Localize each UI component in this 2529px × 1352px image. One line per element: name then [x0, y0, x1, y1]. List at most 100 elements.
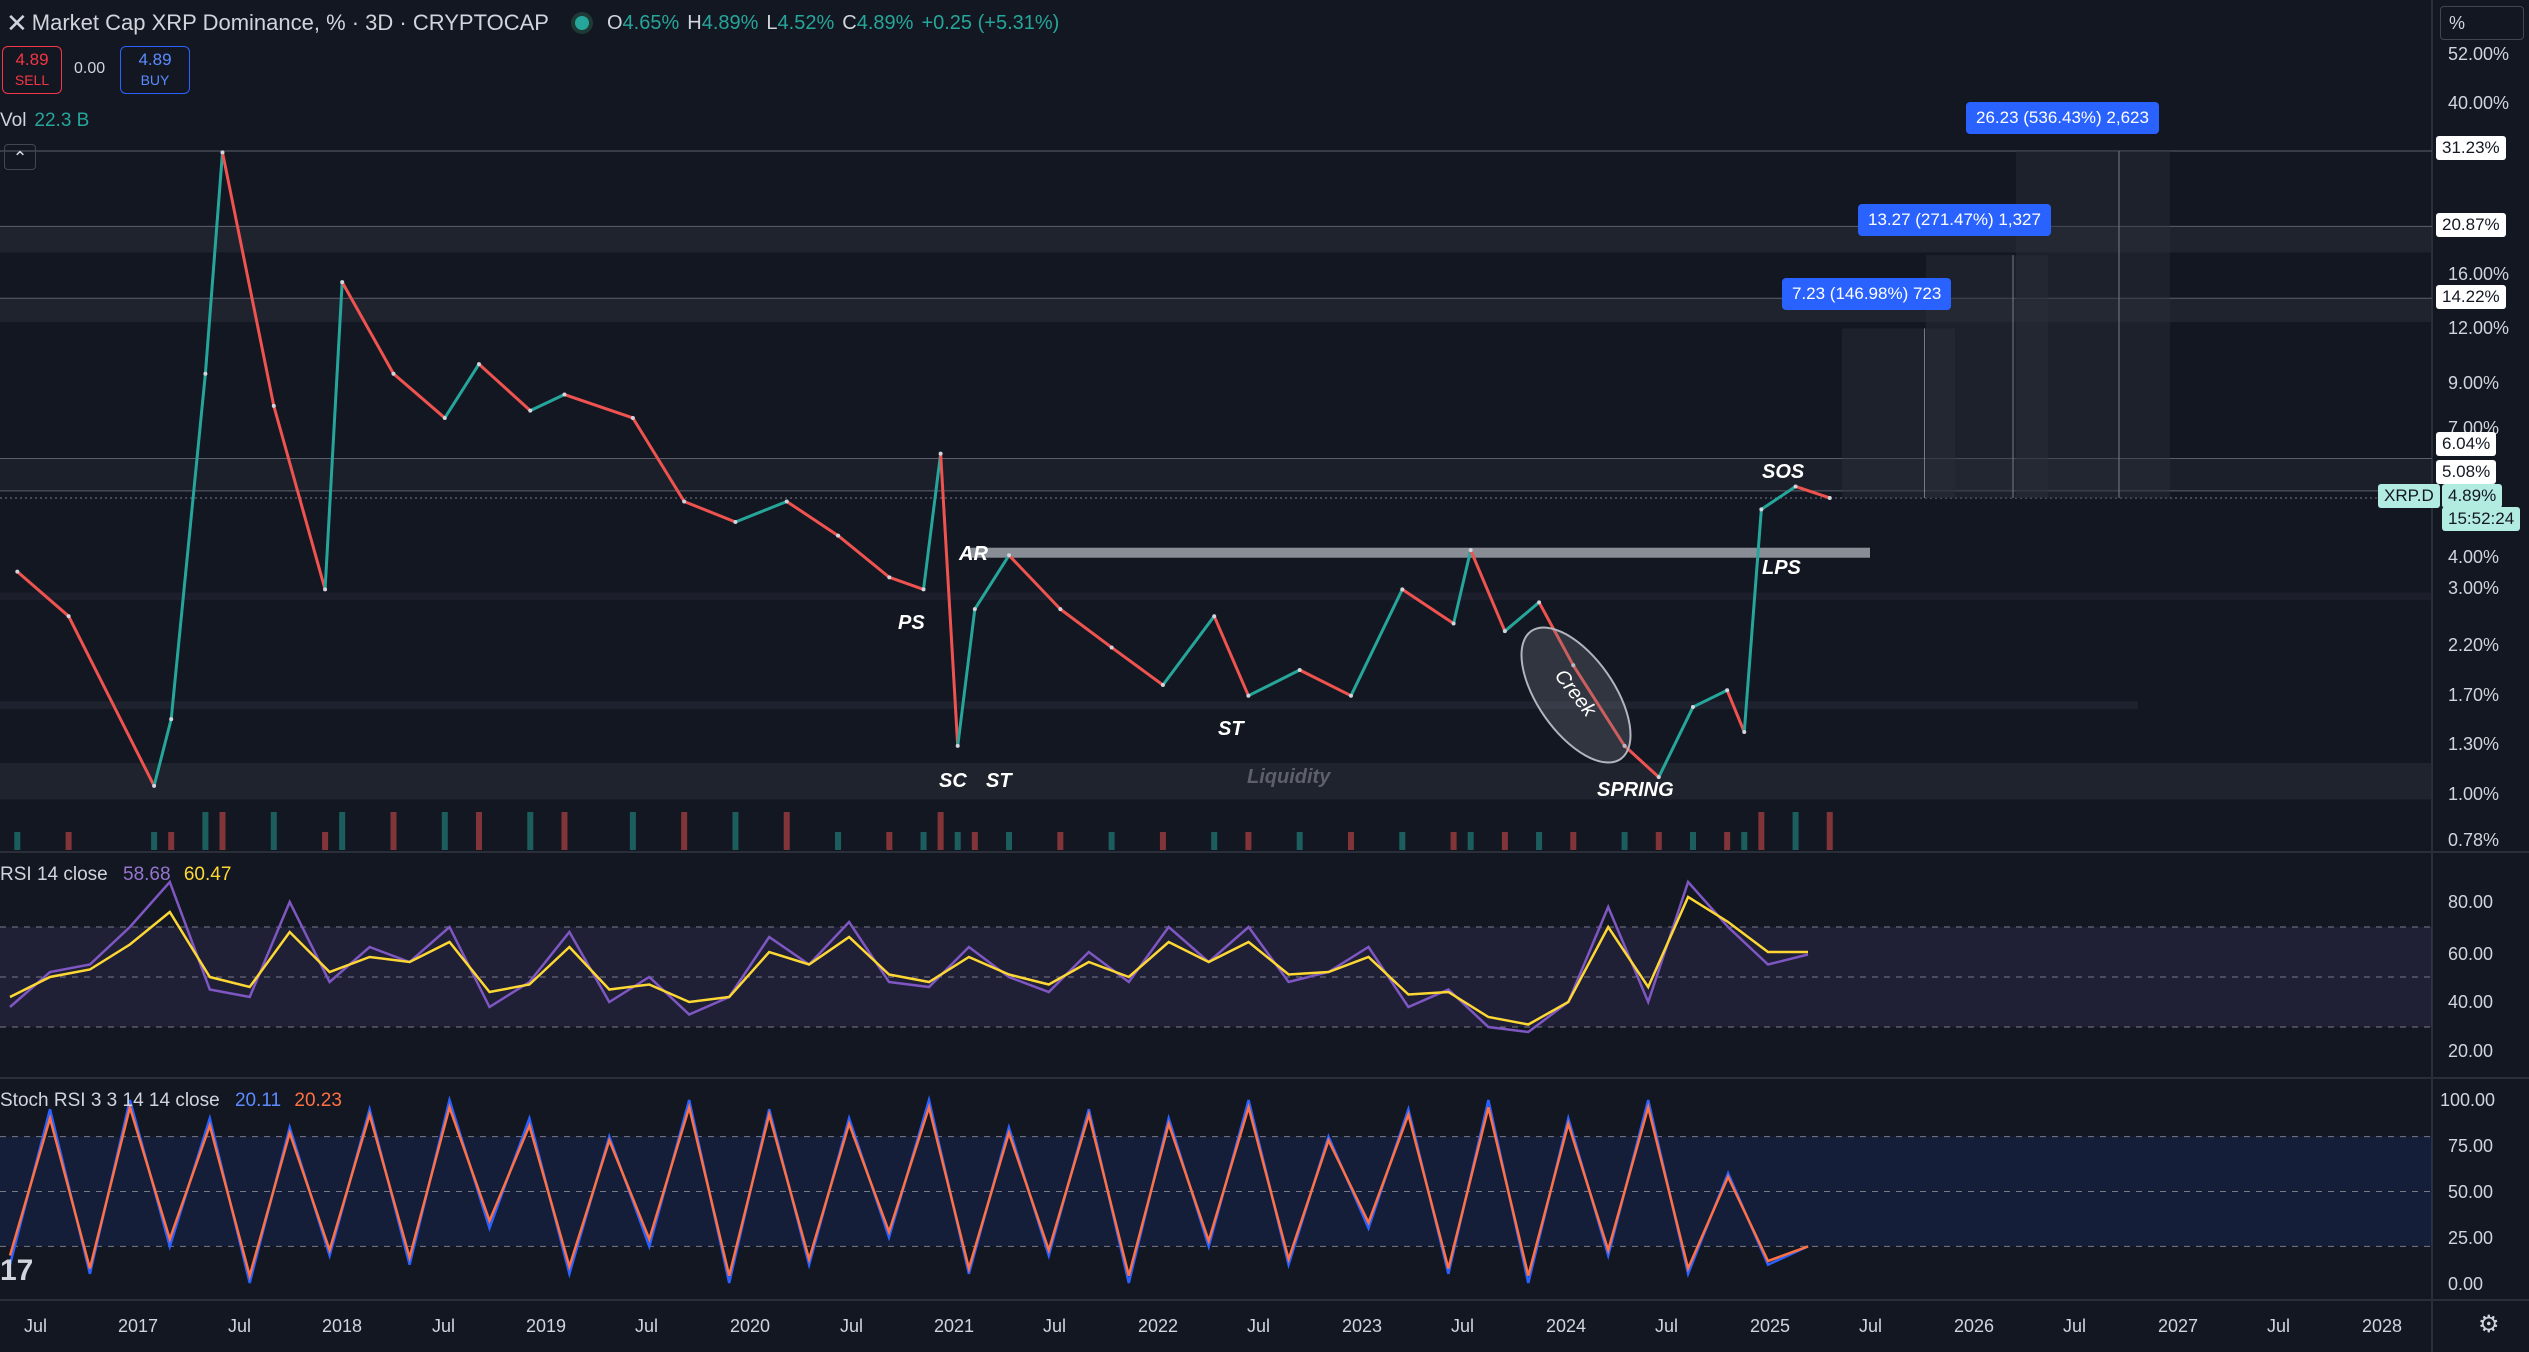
volume-bar — [937, 812, 944, 850]
rsi-legend[interactable]: RSI 14 close 58.68 60.47 — [0, 864, 231, 886]
price-label-5: 5.08% — [2436, 460, 2497, 484]
annotation-sos[interactable]: SOS — [1762, 461, 1804, 484]
price-point — [442, 415, 447, 420]
stoch-tick: 75.00 — [2448, 1136, 2494, 1156]
time-tick: 2020 — [730, 1316, 771, 1336]
volume-bar — [270, 812, 277, 850]
price-segment — [1161, 615, 1216, 686]
volume-bar — [322, 832, 329, 850]
gear-icon[interactable]: ⚙ — [2478, 1310, 2500, 1339]
volume-bar — [1655, 832, 1662, 850]
price-point — [1007, 553, 1012, 558]
volume-bar — [732, 812, 739, 850]
price-point — [152, 783, 157, 788]
volume-bar — [629, 812, 636, 850]
annotation-st-2[interactable]: ST — [1218, 718, 1244, 741]
price-point — [1297, 668, 1302, 673]
symbol-title[interactable]: Market Cap XRP Dominance, % · 3D · CRYPT… — [32, 10, 549, 36]
scale-toggle-button[interactable]: % — [2440, 6, 2524, 40]
price-point — [1827, 495, 1832, 500]
price-segment — [1110, 646, 1164, 687]
price-segment — [221, 152, 276, 407]
sell-button[interactable]: 4.89 SELL — [2, 46, 62, 94]
volume-bar — [1741, 832, 1748, 850]
price-tick: 1.70% — [2448, 685, 2500, 705]
annotation-lps[interactable]: LPS — [1762, 557, 1801, 580]
volume-bar — [168, 832, 175, 850]
ohlc-close: C4.89% — [842, 11, 914, 34]
time-tick: 2021 — [934, 1316, 975, 1336]
volume-bar — [835, 832, 842, 850]
annotation-liquidity[interactable]: Liquidity — [1247, 766, 1330, 789]
annotation-ar[interactable]: AR — [959, 543, 988, 566]
price-segment — [323, 282, 344, 590]
stoch-legend[interactable]: Stoch RSI 3 3 14 14 close 20.11 20.23 — [0, 1090, 342, 1112]
annotation-ps[interactable]: PS — [898, 612, 925, 635]
price-segment — [340, 281, 395, 375]
annotation-sc[interactable]: SC — [939, 770, 967, 793]
price-point — [887, 575, 892, 580]
chart-canvas[interactable] — [0, 0, 2529, 1352]
price-point — [1468, 548, 1473, 553]
measure-label-3[interactable]: 26.23 (536.43%) 2,623 — [1966, 102, 2159, 134]
time-tick: Jul — [2063, 1316, 2087, 1336]
price-point — [630, 415, 635, 420]
rsi-label: RSI 14 close — [0, 864, 108, 885]
time-tick: Jul — [1247, 1316, 1271, 1336]
volume-bar — [14, 832, 21, 850]
price-segment — [1503, 601, 1541, 633]
volume-bar — [971, 832, 978, 850]
price-point — [15, 569, 20, 574]
price-point — [203, 371, 208, 376]
volume-bar — [1159, 832, 1166, 850]
time-tick: Jul — [24, 1316, 48, 1336]
price-point — [836, 533, 841, 538]
annotation-st-1[interactable]: ST — [986, 770, 1012, 793]
volume-bar — [475, 812, 482, 850]
price-point — [1246, 693, 1251, 698]
measure-label-1[interactable]: 7.23 (146.98%) 723 — [1782, 278, 1952, 310]
price-segment — [477, 362, 532, 412]
price-tick: 12.00% — [2448, 318, 2510, 338]
creek-line — [968, 547, 1870, 558]
buy-button[interactable]: 4.89 BUY — [120, 46, 190, 94]
price-point — [562, 392, 567, 397]
price-segment — [392, 372, 446, 420]
tradingview-logo-icon[interactable]: 17 — [0, 1254, 33, 1288]
volume-bar — [1347, 832, 1354, 850]
price-segment — [443, 363, 481, 419]
stoch-tick: 25.00 — [2448, 1228, 2494, 1248]
sell-label: SELL — [14, 72, 50, 88]
price-tick: 9.00% — [2448, 373, 2500, 393]
buy-label: BUY — [140, 72, 170, 88]
price-segment — [956, 608, 977, 747]
time-tick: 2028 — [2362, 1316, 2403, 1336]
rsi-tick: 20.00 — [2448, 1041, 2494, 1061]
price-segment — [888, 575, 925, 591]
volume-bar — [1689, 832, 1696, 850]
rsi-tick: 40.00 — [2448, 992, 2494, 1012]
price-label-6: 6.04% — [2436, 432, 2497, 456]
volume-bar — [1758, 812, 1765, 850]
time-tick: 2025 — [1750, 1316, 1791, 1336]
time-tick: Jul — [840, 1316, 864, 1336]
volume-bar — [390, 812, 397, 850]
close-icon[interactable]: ✕ — [6, 8, 28, 39]
volume-bar — [1245, 832, 1252, 850]
price-segment — [1452, 549, 1473, 624]
price-point — [340, 280, 345, 285]
annotation-spring[interactable]: SPRING — [1597, 779, 1674, 802]
volume-bar — [920, 832, 927, 850]
buy-price: 4.89 — [138, 50, 172, 69]
volume-bar — [1108, 832, 1115, 850]
measure-label-2[interactable]: 13.27 (271.47%) 1,327 — [1858, 204, 2051, 236]
volume-bar — [1570, 832, 1577, 850]
price-segment — [67, 615, 156, 787]
price-segment — [203, 152, 224, 374]
time-tick: Jul — [1043, 1316, 1067, 1336]
volume-bar — [151, 832, 158, 850]
ohlc-change: +0.25 (+5.31%) — [921, 11, 1060, 34]
chevron-up-icon[interactable]: ⌃ — [4, 144, 36, 170]
price-point — [1690, 705, 1695, 710]
sell-price: 4.89 — [15, 50, 49, 69]
